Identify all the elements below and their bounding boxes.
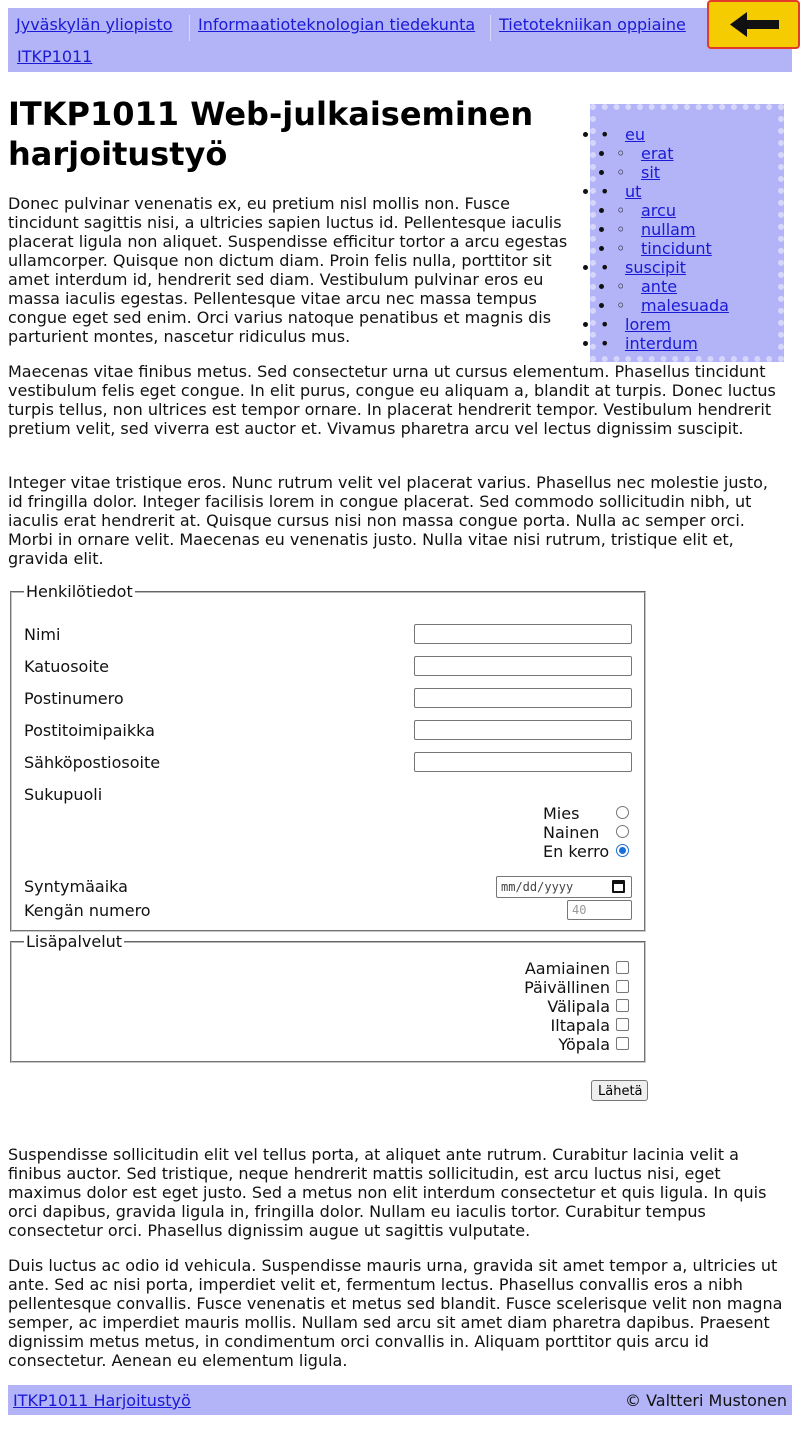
toc-link-erat[interactable]: erat [641,144,674,163]
field-label-city: Postitoimipaikka [24,721,155,740]
snack-checkbox[interactable] [616,999,629,1012]
gender-option-label: Nainen [543,823,600,842]
toc-link-ante[interactable]: ante [641,277,677,296]
breadcrumb-department[interactable]: Tietotekniikan oppiaine [499,15,686,34]
breadcrumb-course[interactable]: ITKP1011 [17,47,92,66]
toc-link-lorem[interactable]: lorem [625,315,671,334]
birthdate-label: Syntymäaika [24,877,128,896]
paragraph: Maecenas vitae finibus metus. Sed consec… [8,362,776,438]
paragraph: Integer vitae tristique eros. Nunc rutru… [8,473,768,568]
toc-link-eu[interactable]: eu [625,125,645,144]
page-footer: ITKP1011 Harjoitustyö © Valtteri Mustone… [8,1385,792,1415]
page-title: ITKP1011 Web-julkaiseminen harjoitustyö [8,95,534,173]
toc-link-arcu[interactable]: arcu [641,201,676,220]
toc-link-interdum[interactable]: interdum [625,334,698,353]
birthdate-placeholder: mm/dd/yyyy [501,880,574,894]
night-snack-checkbox[interactable] [616,1037,629,1050]
name-input[interactable] [414,624,632,644]
gender-option-label: En kerro [543,842,610,861]
gender-label: Sukupuoli [24,785,103,804]
toc-link-suscipit[interactable]: suscipit [625,258,686,277]
gender-option-label: Mies [543,804,580,823]
copyright-text: © Valtteri Mustonen [624,1391,787,1410]
field-label-postcode: Postinumero [24,689,124,708]
paragraph: Duis luctus ac odio id vehicula. Suspend… [8,1256,783,1370]
gender-radio-male[interactable] [616,806,629,819]
street-address-input[interactable] [414,656,632,676]
paragraph: Suspendisse sollicitudin elit vel tellus… [8,1145,767,1240]
extra-option-label: Yöpala [558,1035,610,1054]
breadcrumb-divider [490,15,491,41]
extras-fieldset: Lisäpalvelut Aamiainen Päivällinen Välip… [10,932,646,1063]
footer-course-link[interactable]: ITKP1011 Harjoitustyö [13,1391,191,1410]
fieldset-legend: Henkilötiedot [24,582,135,601]
top-navigation: Jyväskylän yliopisto Informaatioteknolog… [8,8,792,72]
toc-link-malesuada[interactable]: malesuada [641,296,729,315]
extra-option-label: Päivällinen [524,978,610,997]
toc-link-sit[interactable]: sit [641,163,660,182]
submit-button[interactable]: Lähetä [591,1080,648,1101]
paragraph: Donec pulvinar venenatis ex, eu pretium … [8,194,568,346]
breakfast-checkbox[interactable] [616,961,629,974]
table-of-contents: • eu ◦ erat ◦ sit • ut ◦ arcu ◦ nullam ◦ tincid… [590,104,784,362]
gender-radio-not-telling[interactable] [616,844,629,857]
breadcrumb-divider [189,15,190,41]
evening-snack-checkbox[interactable] [616,1018,629,1031]
email-input[interactable] [414,752,632,772]
fieldset-legend: Lisäpalvelut [24,932,125,951]
toc-link-tincidunt[interactable]: tincidunt [641,239,712,258]
back-button[interactable] [707,0,800,49]
field-label-street: Katuosoite [24,657,109,676]
extra-option-label: Iltapala [550,1016,610,1035]
dinner-checkbox[interactable] [616,980,629,993]
breadcrumb-faculty[interactable]: Informaatioteknologian tiedekunta [198,15,475,34]
extra-option-label: Välipala [547,997,610,1016]
arrow-left-icon [730,12,779,37]
gender-radio-female[interactable] [616,825,629,838]
field-label-name: Nimi [24,625,61,644]
breadcrumb-university[interactable]: Jyväskylän yliopisto [16,15,173,34]
toc-link-ut[interactable]: ut [625,182,641,201]
calendar-icon[interactable] [612,880,625,893]
personal-info-fieldset: Henkilötiedot Nimi Katuosoite Postinumer… [10,582,646,932]
shoe-size-input[interactable]: 40 [567,900,632,920]
toc-link-nullam[interactable]: nullam [641,220,696,239]
city-input[interactable] [414,720,632,740]
postcode-input[interactable] [414,688,632,708]
birthdate-input[interactable]: mm/dd/yyyy [496,876,632,898]
extra-option-label: Aamiainen [524,959,610,978]
field-label-email: Sähköpostiosoite [24,753,161,772]
shoe-size-label: Kengän numero [24,901,151,920]
